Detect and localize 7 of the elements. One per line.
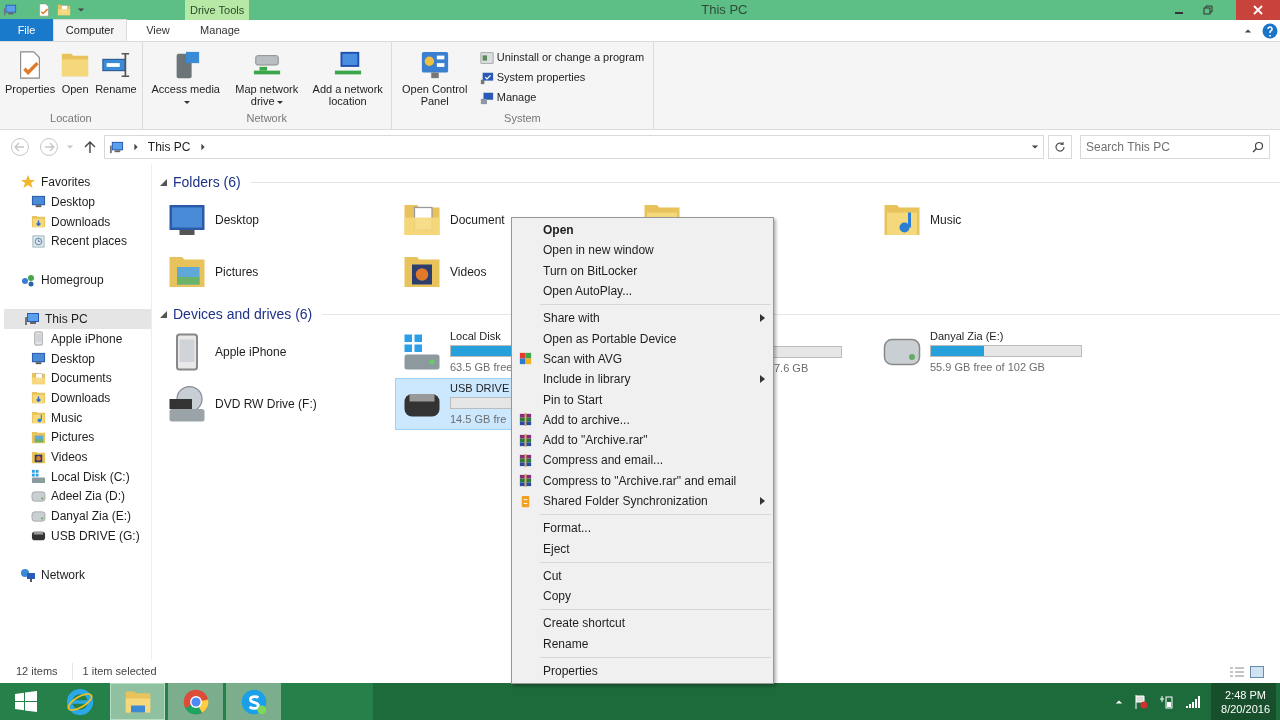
window-title: This PC [701, 1, 748, 20]
item-count: 12 items [16, 664, 58, 680]
context-tab-label: Drive Tools [185, 0, 250, 20]
selection-count: 1 item selected [71, 663, 157, 680]
ribbon-group-label: Network [246, 110, 287, 126]
ribbon-group-label: Location [50, 110, 92, 126]
ribbon-group-label: System [504, 110, 541, 126]
